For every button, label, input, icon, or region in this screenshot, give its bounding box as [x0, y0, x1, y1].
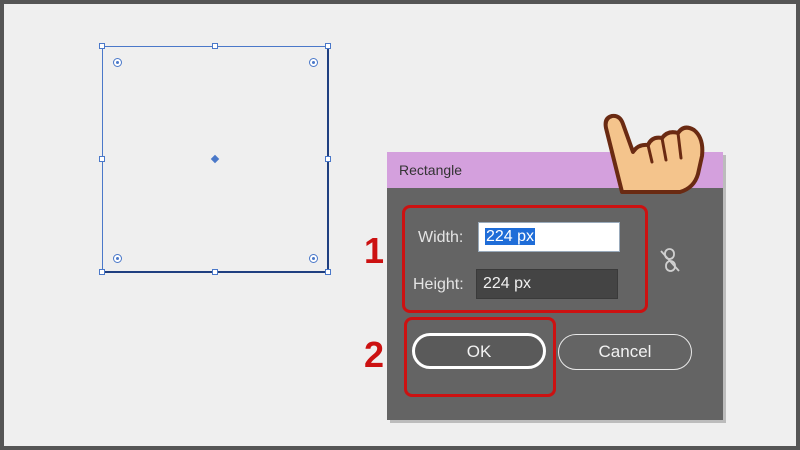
pointing-hand-icon: [603, 113, 705, 194]
resize-handle-bottom-right[interactable]: [325, 269, 331, 275]
resize-handle-top[interactable]: [212, 43, 218, 49]
unlink-chain-icon[interactable]: [659, 247, 681, 273]
cancel-button[interactable]: Cancel: [558, 334, 692, 370]
canvas: Rectangle Width: 224 px Height: 224 px O…: [0, 0, 800, 450]
dialog-title: Rectangle: [399, 162, 463, 178]
annotation-step-2: 2: [364, 334, 385, 375]
resize-handle-left[interactable]: [99, 156, 105, 162]
annotation-step-1: 1: [364, 230, 385, 271]
corner-radius-widget-top-right[interactable]: [309, 58, 318, 67]
center-point-icon: [210, 154, 220, 164]
selected-rectangle-shape[interactable]: [99, 43, 331, 275]
resize-handle-bottom-left[interactable]: [99, 269, 105, 275]
annotation-box-dimensions: [402, 205, 648, 313]
resize-handle-bottom[interactable]: [212, 269, 218, 275]
corner-radius-widget-top-left[interactable]: [113, 58, 122, 67]
corner-radius-widget-bottom-left[interactable]: [113, 254, 122, 263]
resize-handle-right[interactable]: [325, 156, 331, 162]
resize-handle-top-right[interactable]: [325, 43, 331, 49]
annotation-box-ok: [404, 317, 556, 397]
corner-radius-widget-bottom-right[interactable]: [309, 254, 318, 263]
resize-handle-top-left[interactable]: [99, 43, 105, 49]
